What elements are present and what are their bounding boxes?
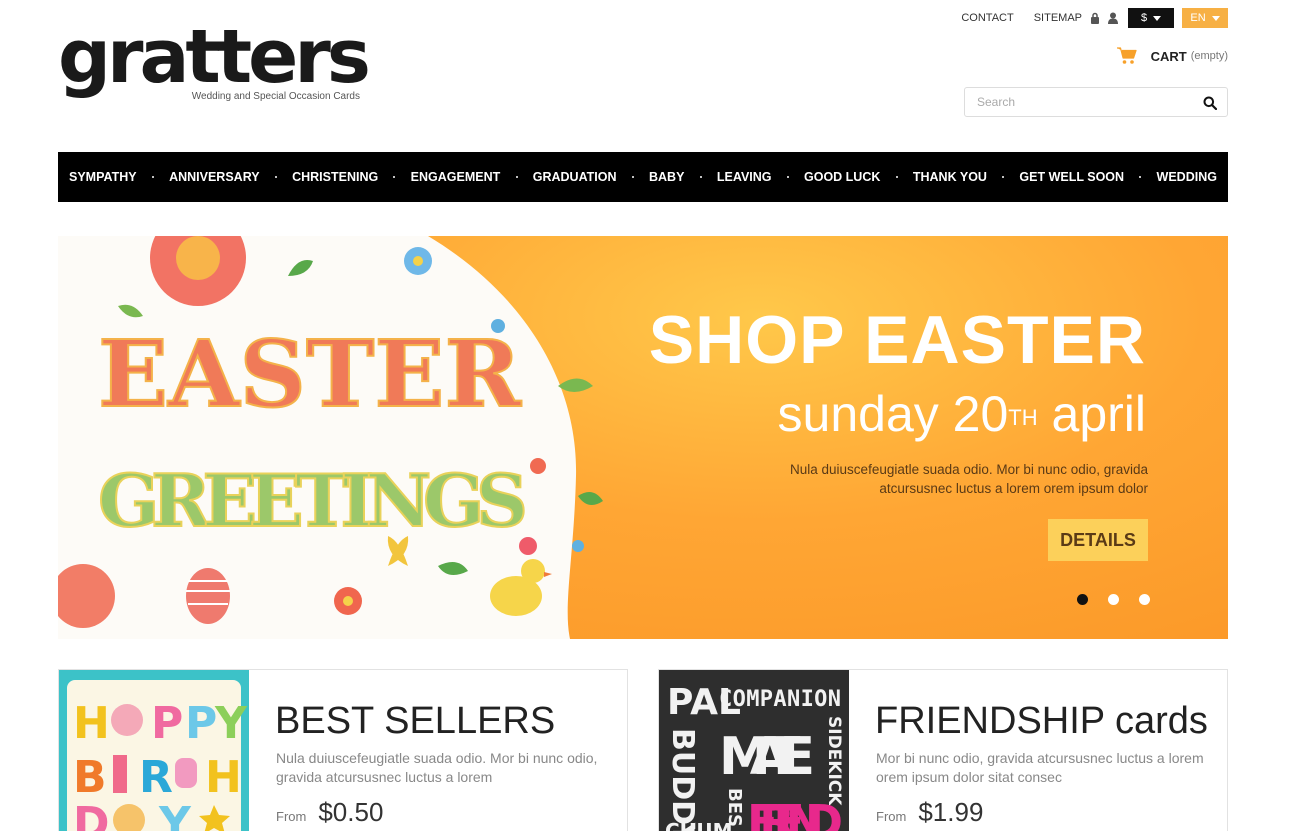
user-icon[interactable] [1108,12,1118,24]
price-from-label: From [876,809,907,824]
cart-button[interactable]: CART (empty) [1116,46,1228,66]
thumb-letter: P [185,698,217,749]
promo-friendship-cards[interactable]: PAL COMPANION BUDDY MATE SIDEKICK BES FR… [658,669,1228,831]
thumb-word: BUDDY [665,728,700,831]
top-links: CONTACT SITEMAP $ EN [941,8,1228,28]
art-text-greetings: GREETINGS [98,458,528,543]
cart-label: CART [1150,48,1187,64]
logo[interactable]: gratters Wedding and Special Occasion Ca… [58,14,371,106]
thumb-letter: R [139,752,173,803]
price-value: $1.99 [918,797,984,827]
nav-item-wedding[interactable]: WEDDING [1157,170,1217,184]
chevron-down-icon [1211,15,1220,21]
logo-tagline: Wedding and Special Occasion Cards [191,91,360,102]
main-nav: SYMPATHY ANNIVERSARY CHRISTENING ENGAGEM… [58,152,1228,202]
thumb-letter: B [73,752,107,803]
banner-title: SHOP EASTER [648,302,1146,378]
slider-dot-1[interactable] [1077,594,1088,605]
easter-greetings-image: EASTER GREETINGS [58,236,603,639]
nav-separator [699,176,702,178]
thumb-word: MATE [719,727,815,787]
nav-item-anniversary[interactable]: ANNIVERSARY [169,170,260,184]
thumb-word: SIDEKICK [824,716,844,806]
logo-wordmark: gratters [58,14,371,100]
nav-item-graduation[interactable]: GRADUATION [533,170,617,184]
friendship-card-image: PAL COMPANION BUDDY MATE SIDEKICK BES FR… [659,670,849,831]
thumb-letter: H [205,752,242,803]
nav-item-leaving[interactable]: LEAVING [717,170,772,184]
thumb-word: CHUM [665,819,733,831]
nav-separator [1002,176,1005,178]
banner-subtitle: sunday 20TH april [778,386,1146,442]
nav-separator [274,176,277,178]
thumb-word: COMPANION [719,687,841,712]
promo-price: From $0.50 [276,797,383,828]
banner-subtitle-month: april [1037,386,1146,442]
nav-item-christening[interactable]: CHRISTENING [292,170,378,184]
nav-item-good-luck[interactable]: GOOD LUCK [804,170,880,184]
price-value: $0.50 [318,797,384,827]
thumb-letter: Y [214,698,248,749]
birthday-card-image: H P P Y B R H D Y [59,670,249,831]
thumb-word: FRIEND [747,795,843,831]
nav-separator [786,176,789,178]
hero-slider[interactable]: EASTER GREETINGS SHOP EASTER sunday 20TH… [58,236,1228,639]
banner-description: Nula duiuscefeugiatle suada odio. Mor bi… [790,462,1148,496]
promo-description: Mor bi nunc odio, gravida atcursusnec lu… [876,750,1204,785]
contact-link[interactable]: CONTACT [961,12,1013,24]
page: gratters Wedding and Special Occasion Ca… [0,0,1290,831]
nav-separator [151,176,154,178]
promo-price: From $1.99 [876,797,983,828]
nav-separator [1139,176,1142,178]
thumb-letter: P [151,698,183,749]
thumb-letter: Y [158,798,192,831]
language-selector[interactable]: EN [1182,8,1228,28]
search-input[interactable] [977,95,1177,109]
slider-pagination [1077,594,1150,605]
sitemap-link[interactable]: SITEMAP [1034,12,1082,24]
search-box [964,87,1228,117]
thumb-letter: H [73,698,110,749]
nav-separator [393,176,396,178]
nav-item-get-well-soon[interactable]: GET WELL SOON [1019,170,1124,184]
currency-selector[interactable]: $ [1128,8,1174,28]
thumb-letter: D [73,798,110,831]
search-icon[interactable] [1203,96,1218,111]
nav-item-baby[interactable]: BABY [649,170,684,184]
nav-separator [631,176,634,178]
nav-item-engagement[interactable]: ENGAGEMENT [411,170,501,184]
slider-dot-2[interactable] [1108,594,1119,605]
slider-dot-3[interactable] [1139,594,1150,605]
currency-value: $ [1140,12,1148,24]
nav-item-thank-you[interactable]: THANK YOU [913,170,987,184]
details-button[interactable]: DETAILS [1048,519,1148,561]
promo-best-sellers[interactable]: H P P Y B R H D Y BEST SELLERS Nula duiu… [58,669,628,831]
cart-icon [1116,47,1137,65]
banner-subtitle-date: sunday 20 [777,386,1009,442]
banner-subtitle-suffix: TH [1008,405,1038,430]
art-text-easter: EASTER [98,320,522,428]
lock-icon[interactable] [1090,12,1100,24]
nav-separator [515,176,518,178]
price-from-label: From [276,809,307,824]
nav-item-sympathy[interactable]: SYMPATHY [69,170,137,184]
language-value: EN [1190,12,1206,24]
promo-title[interactable]: BEST SELLERS [275,698,555,744]
chevron-down-icon [1153,15,1162,21]
cart-status: (empty) [1190,50,1228,62]
nav-separator [895,176,898,178]
promo-title[interactable]: FRIENDSHIP cards [875,698,1208,744]
promo-description: Nula duiuscefeugiatle suada odio. Mor bi… [276,750,598,785]
